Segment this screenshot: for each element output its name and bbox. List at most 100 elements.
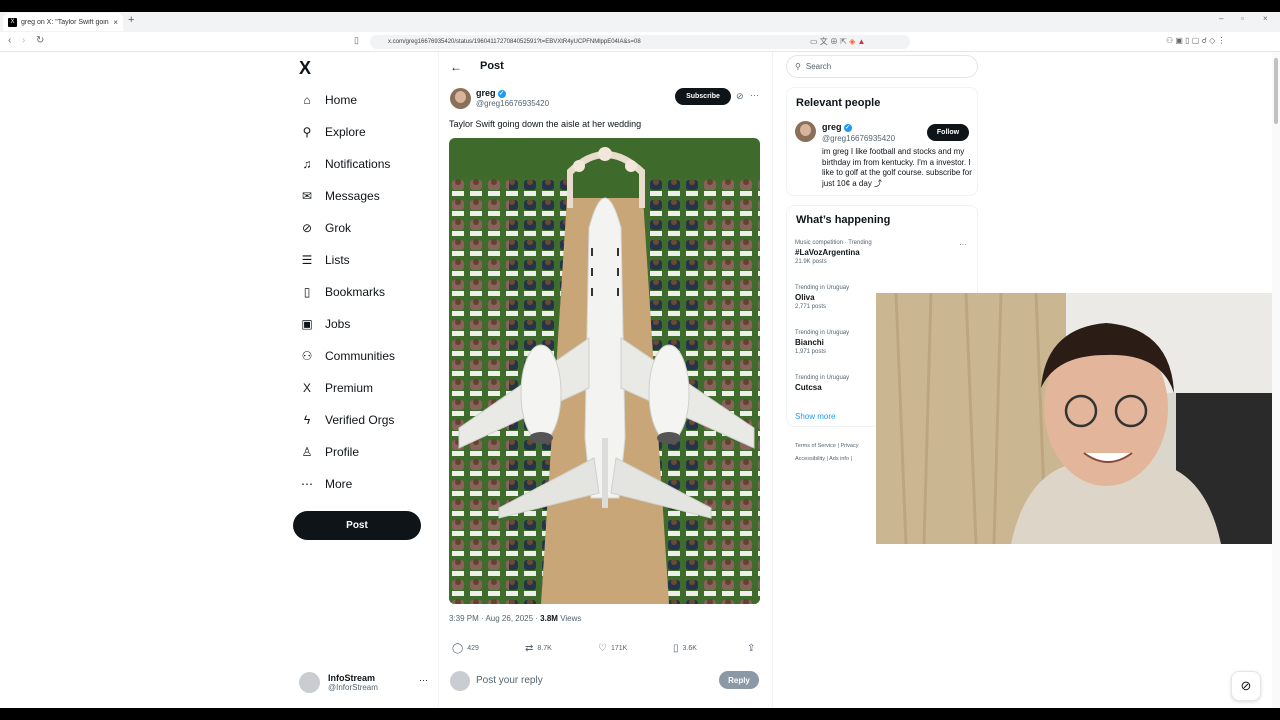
nav-jobs[interactable]: ▣ Jobs [299,314,350,334]
reply-input[interactable]: Post your reply [476,675,543,686]
nav-premium[interactable]: X Premium [299,378,373,398]
trend-context: Trending in Uruguay [795,375,850,381]
forward-nav-icon[interactable]: › [22,35,25,46]
account-menu-icon[interactable]: ··· [419,675,428,685]
reload-icon[interactable]: ↻ [36,35,44,46]
account-handle: @InforStream [328,683,378,692]
author-avatar[interactable] [450,88,471,109]
like-action[interactable]: ♡ 171K [598,643,627,654]
nav-profile[interactable]: ♙ Profile [299,442,359,462]
lightning-icon: ϟ [303,413,311,427]
x-favicon-icon: X [8,17,17,27]
post-menu-icon[interactable]: ··· [750,90,759,100]
x-logo-icon[interactable]: X [299,58,311,79]
repost-action[interactable]: ⇄ 8.7K [525,643,552,654]
person-handle[interactable]: @greg16676935420 [822,134,895,143]
webcam-overlay [876,293,1280,544]
reply-icon: ◯ [452,643,464,654]
screen: X greg on X: "Taylor Swift going d... × … [0,0,1280,720]
verified-badge-icon: ✓ [843,123,852,132]
author-name[interactable]: greg ✓ [476,88,506,98]
person-avatar[interactable] [795,121,816,142]
new-tab-button[interactable]: + [128,14,134,26]
trend-item[interactable]: Trending in Uruguay Bianchi 1,971 posts [795,330,849,355]
scrollbar-thumb[interactable] [1274,58,1278,124]
nav-verified-orgs[interactable]: ϟ Verified Orgs [299,410,395,430]
share-icon: ⇪ [747,643,756,654]
grok-floating-button[interactable]: ⊘ [1231,671,1261,701]
extension-icons[interactable]: ⚇ ▣ ▯ ▢ ☌ ◇ ⋮ [1166,36,1226,45]
post-image[interactable] [449,138,760,604]
nav-communities[interactable]: ⚇ Communities [299,346,395,366]
bookmark-icon: ▯ [673,643,679,654]
nav-label: Home [325,93,358,107]
trend-name: #LaVozArgentina [795,248,860,257]
nav-label: Communities [325,349,396,363]
column-divider [438,52,439,720]
bookmark-icon: ▯ [303,285,311,299]
trend-context: Trending in Uruguay [795,285,850,291]
nav-label: Explore [325,125,366,139]
browser-tab[interactable]: X greg on X: "Taylor Swift going d... × [3,13,123,31]
nav-label: Jobs [325,317,351,331]
reply-action[interactable]: ◯ 429 [452,643,479,654]
account-switcher[interactable]: InfoStream @InforStream ··· [299,672,428,693]
trend-item[interactable]: Music competition · Trending #LaVozArgen… [795,240,872,265]
post-button[interactable]: Post [293,511,421,540]
browser-tool-icons[interactable]: ▭ 文 ⊕ ⇱ ◈ ▲ [810,36,865,47]
nav-messages[interactable]: ✉ Messages [299,186,380,206]
post-text: Taylor Swift going down the aisle at her… [449,119,642,129]
footer-links[interactable]: Terms of Service | Privacy [795,443,858,449]
footer-links[interactable]: Accessibility | Ads info | [795,456,852,462]
list-icon: ☰ [301,253,313,267]
follow-button[interactable]: Follow [927,124,969,141]
wedding-plane-image [449,138,760,604]
trend-name: Oliva [795,293,815,302]
whats-happening-title: What’s happening [796,214,891,226]
bottom-bar [0,708,1280,720]
nav-grok[interactable]: ⊘ Grok [299,218,351,238]
back-arrow-icon[interactable]: ← [450,60,462,74]
trend-item[interactable]: Trending in Uruguay Cutcsa [795,375,849,392]
nav-home[interactable]: ⌂ Home [299,90,357,110]
minimize-button[interactable]: – [1219,14,1223,23]
nav-notifications[interactable]: ♫ Notifications [299,154,391,174]
grok-icon[interactable]: ⊘ [736,91,744,102]
search-input[interactable]: ⚲ Search [786,55,978,78]
trend-name: Bianchi [795,338,824,347]
nav-bookmarks[interactable]: ▯ Bookmarks [299,282,385,302]
bookmark-page-icon[interactable]: ▯ [354,35,359,46]
nav-more[interactable]: ⋯ More [299,474,352,494]
top-bar [0,0,1280,12]
show-more-link[interactable]: Show more [795,412,835,421]
nav-label: Grok [325,221,352,235]
trend-count: 2,771 posts [795,304,827,310]
subscribe-button[interactable]: Subscribe [675,88,731,105]
scrollbar-track[interactable] [1272,52,1280,708]
person-name[interactable]: greg ✓ [822,122,852,132]
heart-icon: ♡ [598,643,607,654]
account-name: InfoStream [328,673,376,683]
close-window-button[interactable]: × [1263,14,1268,23]
nav-lists[interactable]: ☰ Lists [299,250,350,270]
views-count: 3.8M [540,614,558,623]
reply-button[interactable]: Reply [719,671,759,689]
trend-item[interactable]: Trending in Uruguay Oliva 2,771 posts [795,285,849,310]
author-handle[interactable]: @greg16676935420 [476,99,549,108]
home-icon: ⌂ [303,93,311,107]
nav-label: Lists [325,253,350,267]
share-action[interactable]: ⇪ [747,643,759,654]
nav-explore[interactable]: ⚲ Explore [299,122,366,142]
trend-name: Cutcsa [795,383,822,392]
search-icon: ⚲ [795,62,801,71]
maximize-button[interactable]: ▫ [1241,14,1244,23]
bookmark-action[interactable]: ▯ 3.6K [673,643,697,654]
trend-menu-icon[interactable]: ··· [959,240,967,249]
trend-context: Trending in Uruguay [795,330,850,336]
repost-icon: ⇄ [525,643,534,654]
tab-close-icon[interactable]: × [113,18,118,27]
nav-label: Verified Orgs [325,413,395,427]
back-nav-icon[interactable]: ‹ [8,35,11,46]
briefcase-icon: ▣ [301,317,313,331]
trend-context: Music competition · Trending [795,240,872,246]
